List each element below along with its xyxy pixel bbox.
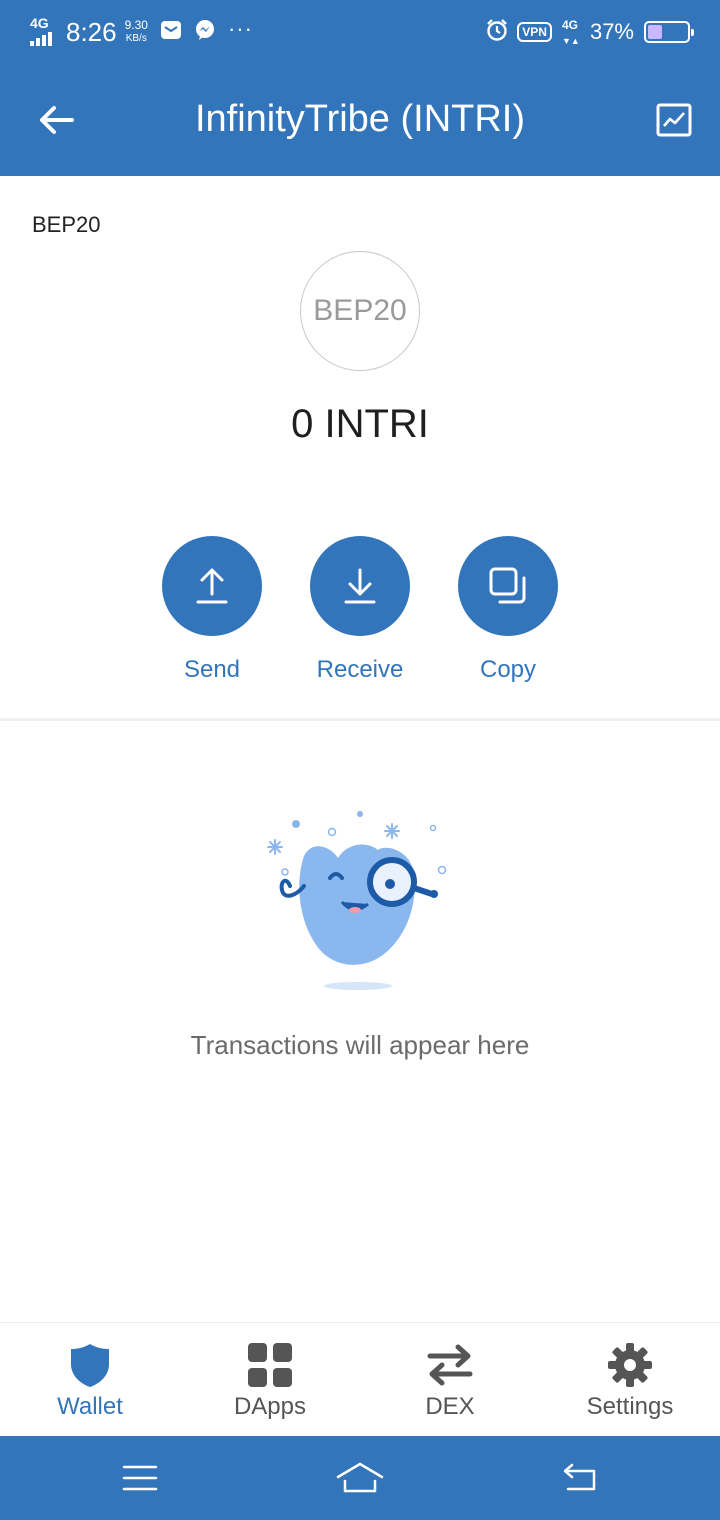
battery-percent: 37%	[589, 19, 634, 44]
nav-dex-label: DEX	[425, 1393, 475, 1420]
bottom-navigation: Wallet DApps DEX Settings	[0, 1322, 720, 1436]
mobile-data-icon: 4G ▼▲	[561, 18, 580, 46]
alarm-icon	[485, 18, 509, 47]
menu-icon	[122, 1465, 158, 1491]
nav-settings-label: Settings	[586, 1393, 674, 1420]
price-chart-button[interactable]	[654, 100, 694, 140]
section-divider	[0, 718, 720, 721]
signal-icon: 4G	[30, 16, 60, 48]
status-left: 4G 8:26 9.30 KB/s ···	[30, 14, 253, 50]
send-label: Send	[183, 656, 241, 683]
home-icon	[336, 1462, 384, 1493]
copy-circle[interactable]	[458, 536, 558, 636]
token-balance: 0 INTRI	[291, 402, 429, 446]
download-arrow-icon	[344, 568, 376, 604]
search-mascot-illustration	[267, 811, 447, 990]
copy-icon	[489, 567, 526, 604]
nav-settings[interactable]: Settings	[540, 1323, 720, 1437]
clock: 8:26	[66, 16, 117, 47]
vpn-indicator: VPN	[517, 22, 552, 42]
network-type: 4G	[30, 15, 49, 31]
shield-icon	[71, 1344, 109, 1387]
system-navigation-bar	[0, 1436, 720, 1520]
more-notifications-icon: ···	[227, 16, 253, 41]
upload-arrow-icon	[196, 568, 228, 604]
mail-notification-icon	[160, 20, 182, 45]
nav-wallet[interactable]: Wallet	[0, 1323, 180, 1437]
chart-icon	[656, 103, 692, 137]
send-button[interactable]: Send	[147, 536, 277, 684]
send-circle[interactable]	[162, 536, 262, 636]
network-label: BEP20	[32, 212, 101, 237]
speed-unit: KB/s	[125, 33, 147, 44]
speed-value: 9.30	[124, 18, 148, 32]
grid-icon	[248, 1343, 292, 1387]
status-right: VPN 4G ▼▲ 37%	[485, 14, 694, 50]
token-logo-text: BEP20	[313, 294, 407, 327]
gear-icon	[608, 1343, 652, 1387]
token-logo: BEP20	[300, 251, 420, 371]
battery-fill	[648, 25, 662, 39]
system-menu-button[interactable]	[110, 1454, 170, 1502]
system-home-button[interactable]	[330, 1454, 390, 1502]
receive-label: Receive	[316, 656, 404, 683]
back-icon	[563, 1463, 596, 1491]
receive-circle[interactable]	[310, 536, 410, 636]
empty-transactions-message: Transactions will appear here	[190, 1030, 530, 1060]
system-back-button[interactable]	[550, 1454, 610, 1502]
nav-wallet-label: Wallet	[57, 1393, 123, 1420]
status-bar: 4G 8:26 9.30 KB/s ··· VPN 4G ▼▲ 37%	[0, 0, 720, 64]
battery-icon	[644, 21, 694, 43]
swap-arrows-icon	[427, 1344, 473, 1386]
copy-label: Copy	[479, 656, 537, 683]
nav-dapps[interactable]: DApps	[180, 1323, 360, 1437]
nav-dapps-label: DApps	[233, 1393, 307, 1420]
page-title: InfinityTribe (INTRI)	[194, 98, 526, 140]
action-buttons: Send Receive Copy	[0, 536, 720, 696]
messenger-icon	[194, 19, 216, 46]
nav-dex[interactable]: DEX	[360, 1323, 540, 1437]
app-header: InfinityTribe (INTRI)	[0, 64, 720, 176]
network-speed: 9.30 KB/s	[125, 19, 148, 45]
copy-button[interactable]: Copy	[443, 536, 573, 684]
receive-button[interactable]: Receive	[295, 536, 425, 684]
